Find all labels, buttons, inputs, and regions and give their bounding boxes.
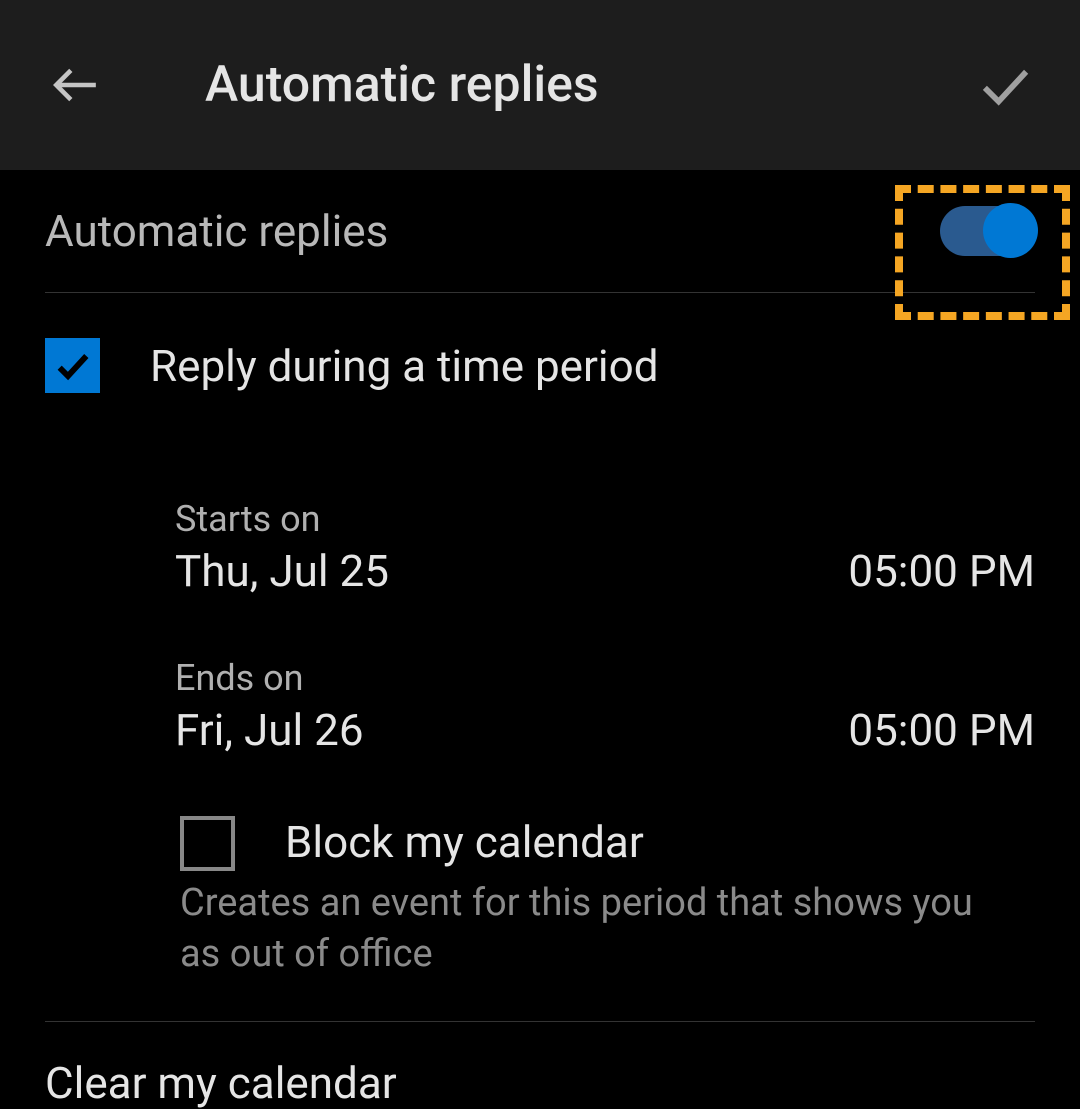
starts-on-label: Starts on: [175, 498, 389, 540]
check-icon: [53, 346, 93, 386]
app-header: Automatic replies: [0, 0, 1080, 170]
ends-on-time[interactable]: 05:00 PM: [848, 704, 1035, 756]
auto-replies-toggle-label: Automatic replies: [45, 205, 388, 257]
ends-on-date[interactable]: Fri, Jul 26: [175, 704, 364, 756]
arrow-left-icon: [50, 60, 100, 110]
starts-label-group: Starts on Thu, Jul 25: [175, 498, 389, 597]
content-area: Automatic replies Reply during a time pe…: [0, 170, 1080, 1109]
block-calendar-row[interactable]: Block my calendar Creates an event for t…: [180, 816, 1035, 981]
auto-replies-toggle[interactable]: [940, 206, 1035, 256]
ends-label-group: Ends on Fri, Jul 26: [175, 657, 364, 756]
ends-on-label: Ends on: [175, 657, 364, 699]
starts-on-date[interactable]: Thu, Jul 25: [175, 545, 389, 597]
starts-on-time[interactable]: 05:00 PM: [848, 545, 1035, 597]
time-period-checkbox-row[interactable]: Reply during a time period: [45, 293, 1035, 438]
auto-replies-toggle-row[interactable]: Automatic replies: [45, 170, 1035, 293]
clear-calendar-label[interactable]: Clear my calendar: [45, 1052, 1035, 1109]
time-period-label: Reply during a time period: [150, 340, 659, 392]
checkmark-icon: [978, 58, 1033, 113]
time-section: Starts on Thu, Jul 25 05:00 PM Ends on F…: [45, 438, 1035, 981]
page-title: Automatic replies: [205, 56, 599, 114]
ends-on-row[interactable]: Ends on Fri, Jul 26 05:00 PM: [175, 657, 1035, 756]
divider: [45, 1021, 1035, 1022]
toggle-knob: [983, 203, 1038, 258]
block-calendar-description: Creates an event for this period that sh…: [180, 878, 1035, 981]
block-calendar-label: Block my calendar: [285, 816, 1035, 868]
starts-on-row[interactable]: Starts on Thu, Jul 25 05:00 PM: [175, 498, 1035, 597]
confirm-button[interactable]: [975, 55, 1035, 115]
back-button[interactable]: [45, 55, 105, 115]
time-period-checkbox[interactable]: [45, 338, 100, 393]
block-text-group: Block my calendar Creates an event for t…: [285, 816, 1035, 981]
block-calendar-checkbox[interactable]: [180, 816, 235, 871]
